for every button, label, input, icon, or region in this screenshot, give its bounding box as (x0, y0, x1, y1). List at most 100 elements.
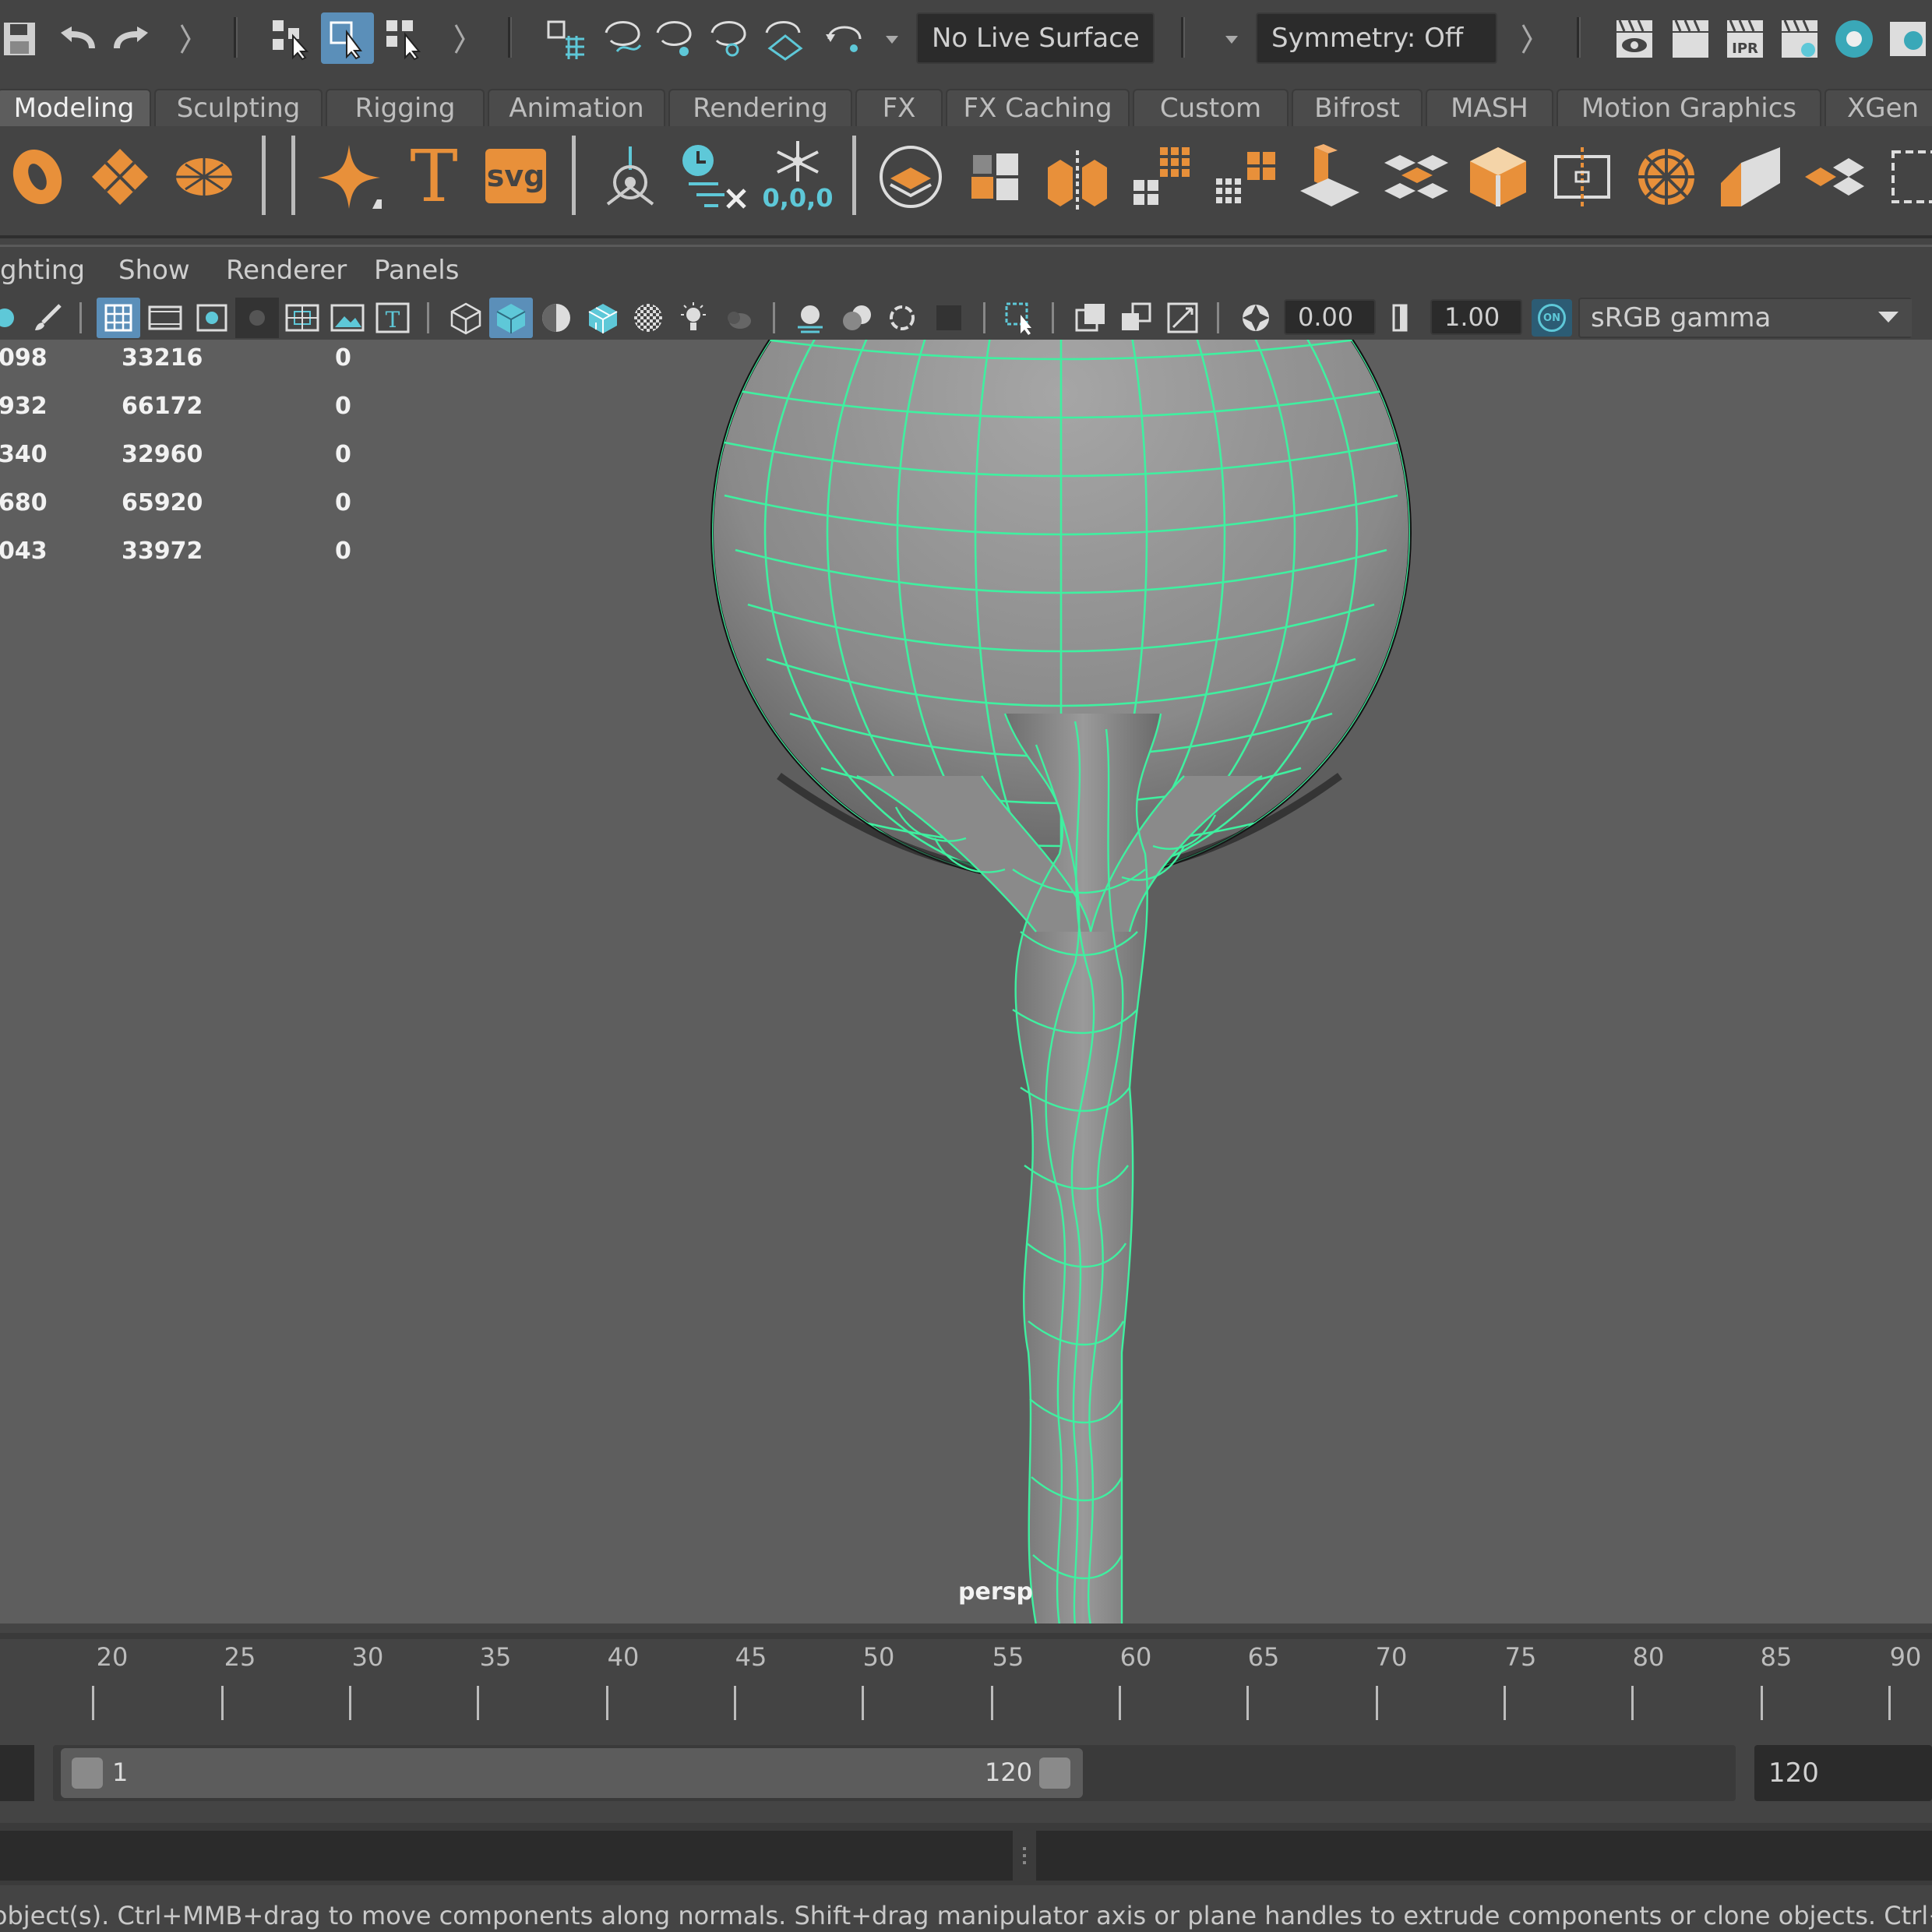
render-frame-icon[interactable] (1667, 14, 1714, 64)
svg-tool-icon[interactable]: svg (485, 148, 547, 204)
bridge-icon[interactable] (1379, 142, 1454, 212)
menu-show[interactable]: Show (118, 255, 190, 286)
paint-brush-icon[interactable] (28, 299, 67, 337)
resolution-gate-icon[interactable] (190, 298, 234, 338)
command-input[interactable] (0, 1831, 1013, 1881)
end-time-field[interactable]: 120 (1754, 1745, 1932, 1801)
select-object-icon[interactable] (321, 12, 374, 64)
exposure-field[interactable]: 0.00 (1284, 299, 1376, 335)
chevron-down-icon[interactable] (1865, 299, 1912, 337)
menu-renderer[interactable]: Renderer (226, 255, 347, 286)
image-plane-icon[interactable] (326, 298, 369, 338)
render-settings-icon[interactable] (1776, 14, 1823, 64)
separate-icon[interactable] (1042, 142, 1112, 212)
tab-xgen[interactable]: XGen (1824, 89, 1932, 126)
textured-icon[interactable] (626, 298, 670, 338)
snap-live-icon[interactable] (821, 16, 868, 62)
symmetry-field[interactable]: Symmetry: Off (1256, 12, 1497, 64)
use-all-lights-icon[interactable] (672, 298, 715, 338)
range-end-handle[interactable] (1039, 1757, 1070, 1789)
tab-motion-graphics[interactable]: Motion Graphics (1557, 89, 1821, 126)
live-surface-field[interactable]: No Live Surface (916, 12, 1155, 64)
tab-modeling[interactable]: Modeling (0, 89, 151, 126)
field-chart-icon[interactable] (280, 298, 324, 338)
poly-plane-icon[interactable] (89, 142, 151, 212)
layer-icon[interactable] (876, 142, 946, 212)
select-component-icon[interactable] (382, 16, 427, 62)
undo-icon[interactable] (53, 19, 100, 62)
color-space-dropdown[interactable]: sRGB gamma (1578, 298, 1912, 338)
gate-mask-icon[interactable] (235, 298, 279, 338)
time-slider[interactable]: 20 25 30 35 40 45 50 55 60 65 70 75 80 8… (0, 1633, 1932, 1726)
grid-toggle-icon[interactable] (97, 298, 140, 338)
wireframe-icon[interactable] (444, 298, 488, 338)
menu-lighting[interactable]: ghting (0, 255, 85, 286)
screen-space-ao-icon[interactable] (788, 298, 832, 338)
uv-layout-icon[interactable] (1800, 142, 1870, 212)
extrude-icon[interactable] (1295, 142, 1365, 212)
range-start-handle[interactable] (72, 1757, 103, 1789)
perspective-viewport[interactable]: 098 33216 0 932 66172 0 340 32960 0 680 … (0, 340, 1932, 1624)
tab-fx[interactable]: FX (855, 89, 943, 126)
isolate-select-icon[interactable] (999, 298, 1042, 338)
tab-custom[interactable]: Custom (1133, 89, 1289, 126)
tab-animation[interactable]: Animation (488, 89, 665, 126)
range-slider-bar[interactable]: 1 120 (61, 1748, 1083, 1798)
collapse-arrow-icon[interactable] (178, 17, 193, 61)
poly-disc-icon[interactable] (173, 142, 235, 212)
selected-mesh[interactable] (0, 340, 1932, 1624)
tab-bifrost[interactable]: Bifrost (1292, 89, 1423, 126)
snap-curve-icon[interactable] (600, 16, 647, 62)
target-weld-icon[interactable] (1715, 142, 1786, 212)
xray-joints-icon[interactable] (1161, 298, 1204, 338)
snap-grid-icon[interactable] (542, 16, 589, 62)
sky-dome-icon[interactable] (1885, 14, 1932, 64)
save-icon[interactable] (0, 17, 39, 61)
snap-view-plane-icon[interactable] (760, 16, 807, 62)
resize-handle-icon[interactable] (1019, 1831, 1030, 1881)
dropdown-arrow-icon[interactable] (1220, 28, 1243, 51)
poly-torus-icon[interactable] (6, 142, 69, 212)
xray-icon[interactable] (1069, 298, 1112, 338)
anti-aliasing-icon[interactable] (880, 298, 924, 338)
collapse-arrow-icon[interactable] (452, 17, 467, 61)
bounding-box-icon[interactable] (1885, 142, 1932, 212)
smooth-shade-icon[interactable] (489, 298, 533, 338)
sparkle-icon[interactable] (315, 142, 385, 212)
type-tool-icon[interactable]: T (399, 141, 469, 213)
exposure-icon[interactable] (1234, 298, 1278, 338)
snap-point-icon[interactable] (651, 16, 698, 62)
tab-fx-caching[interactable]: FX Caching (946, 89, 1130, 126)
tab-rendering[interactable]: Rendering (668, 89, 852, 126)
redo-icon[interactable] (109, 19, 156, 62)
collapse-arrow-icon[interactable] (1519, 17, 1535, 61)
camera-attributes-icon[interactable] (0, 299, 22, 337)
multi-cut-icon[interactable] (1631, 142, 1701, 212)
gamma-field[interactable]: 1.00 (1430, 299, 1522, 335)
select-hierarchy-icon[interactable] (268, 16, 313, 62)
bevel-icon[interactable] (1463, 142, 1533, 212)
start-time-field[interactable] (0, 1745, 34, 1801)
default-material-icon[interactable] (534, 298, 578, 338)
menu-panels[interactable]: Panels (374, 255, 459, 286)
hypershade-icon[interactable] (1831, 14, 1877, 64)
tab-sculpting[interactable]: Sculpting (154, 89, 323, 126)
color-management-toggle[interactable]: ON (1532, 299, 1572, 337)
tab-mash[interactable]: MASH (1426, 89, 1553, 126)
ipr-render-icon[interactable]: IPR (1722, 14, 1768, 64)
snap-projected-center-icon[interactable] (706, 16, 753, 62)
wireframe-on-shaded-icon[interactable] (581, 298, 625, 338)
motion-blur-icon[interactable] (835, 298, 879, 338)
delete-history-icon[interactable] (679, 142, 749, 212)
gamma-icon[interactable] (1387, 298, 1418, 338)
center-pivot-icon[interactable] (595, 142, 665, 212)
combine-icon[interactable] (960, 142, 1030, 212)
freeze-transform-icon[interactable]: 0,0,0 (760, 137, 835, 215)
film-gate-icon[interactable] (143, 298, 187, 338)
tab-rigging[interactable]: Rigging (326, 89, 485, 126)
smooth-icon[interactable] (1126, 142, 1197, 212)
safe-title-icon[interactable]: T (371, 298, 414, 338)
dropdown-arrow-icon[interactable] (880, 28, 904, 51)
xray-active-icon[interactable] (1114, 298, 1158, 338)
insert-edge-loop-icon[interactable] (1547, 142, 1617, 212)
